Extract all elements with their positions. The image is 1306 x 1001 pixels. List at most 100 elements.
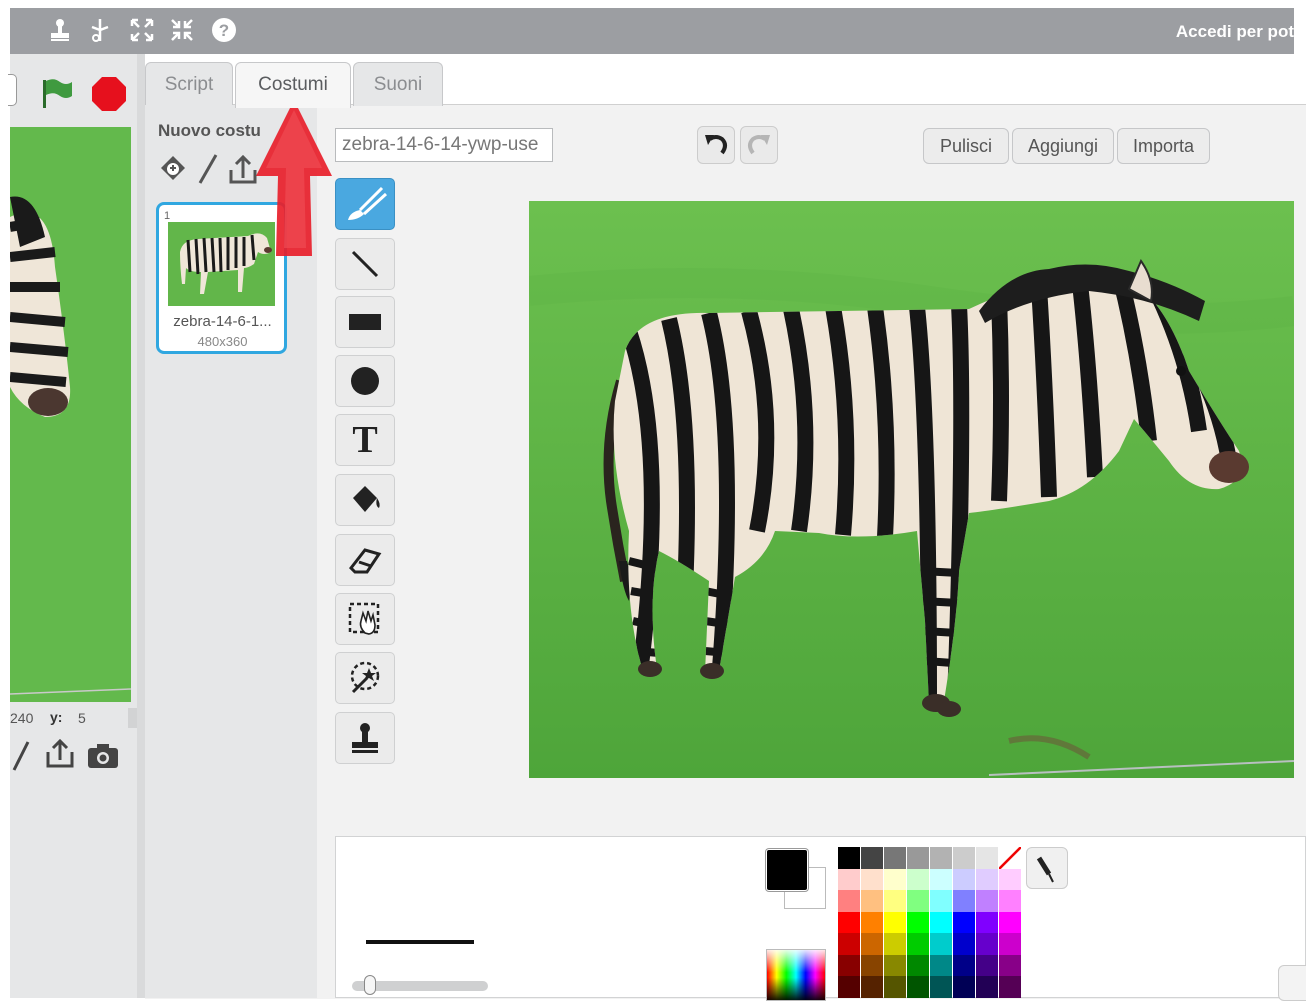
line-icon (351, 250, 379, 278)
zoom-button[interactable] (1278, 965, 1306, 1001)
palette-swatch[interactable] (907, 847, 929, 869)
palette-swatch[interactable] (861, 847, 883, 869)
palette-swatch[interactable] (884, 890, 906, 912)
palette-swatch[interactable] (953, 868, 975, 891)
ellipse-tool[interactable] (335, 355, 395, 407)
palette-swatch[interactable] (884, 847, 906, 869)
palette-swatch[interactable] (976, 890, 998, 912)
clear-button[interactable]: Pulisci (923, 128, 1009, 164)
palette-swatch[interactable] (930, 976, 952, 998)
palette-swatch[interactable] (907, 976, 929, 998)
palette-swatch[interactable] (884, 933, 906, 955)
paint-sprite-icon[interactable] (10, 740, 34, 772)
camera-icon[interactable] (86, 742, 120, 770)
palette-swatch[interactable] (999, 976, 1021, 998)
palette-swatch[interactable] (838, 933, 860, 955)
text-icon: T (352, 419, 378, 461)
primary-color-swatch[interactable] (766, 849, 808, 891)
palette-swatch[interactable] (976, 954, 998, 977)
presentation-mode-button[interactable] (8, 74, 17, 106)
palette-swatch[interactable] (838, 954, 860, 977)
select-tool[interactable] (335, 593, 395, 645)
paint-costume-icon[interactable] (194, 152, 224, 186)
fill-tool[interactable] (335, 474, 395, 526)
choose-costume-library-icon[interactable] (158, 152, 188, 186)
palette-swatch[interactable] (930, 954, 952, 977)
tab-sounds[interactable]: Suoni (353, 62, 443, 106)
palette-swatch[interactable] (884, 911, 906, 934)
palette-swatch[interactable] (838, 847, 860, 869)
palette-swatch[interactable] (838, 890, 860, 912)
palette-swatch[interactable] (999, 933, 1021, 955)
palette-swatch[interactable] (907, 868, 929, 891)
transparent-swatch[interactable] (999, 847, 1021, 869)
import-button[interactable]: Importa (1117, 128, 1210, 164)
palette-swatch[interactable] (999, 911, 1021, 934)
magic-select-tool[interactable] (335, 652, 395, 704)
upload-sprite-icon[interactable] (44, 738, 76, 770)
stamp-tool[interactable] (335, 712, 395, 764)
undo-button[interactable] (697, 126, 735, 164)
tab-costumes[interactable]: Costumi (235, 62, 351, 108)
palette-swatch[interactable] (861, 933, 883, 955)
palette-swatch[interactable] (907, 933, 929, 955)
line-width-slider-knob[interactable] (364, 975, 377, 995)
add-button[interactable]: Aggiungi (1012, 128, 1114, 164)
help-icon[interactable]: ? (210, 16, 238, 44)
eyedropper-button[interactable] (1026, 847, 1068, 889)
palette-swatch[interactable] (930, 933, 952, 955)
palette-swatch[interactable] (861, 976, 883, 998)
palette-swatch[interactable] (930, 868, 952, 891)
costume-size-label: 480x360 (197, 334, 248, 349)
green-flag-icon[interactable] (38, 76, 74, 112)
costume-name-field[interactable] (335, 128, 553, 162)
palette-swatch[interactable] (907, 890, 929, 912)
rectangle-tool[interactable] (335, 296, 395, 348)
shrink-icon[interactable] (168, 16, 196, 44)
palette-swatch[interactable] (953, 954, 975, 977)
palette-swatch[interactable] (976, 847, 998, 869)
brush-tool[interactable] (335, 178, 395, 230)
eraser-tool[interactable] (335, 534, 395, 586)
cut-icon[interactable] (86, 16, 114, 44)
palette-swatch[interactable] (953, 890, 975, 912)
palette-swatch[interactable] (953, 976, 975, 998)
palette-swatch[interactable] (976, 976, 998, 998)
palette-swatch[interactable] (999, 890, 1021, 912)
palette-swatch[interactable] (861, 911, 883, 934)
palette-swatch[interactable] (976, 933, 998, 955)
tab-script[interactable]: Script (145, 62, 233, 106)
redo-button[interactable] (740, 126, 778, 164)
palette-swatch[interactable] (884, 954, 906, 977)
palette-swatch[interactable] (953, 911, 975, 934)
palette-swatch[interactable] (838, 911, 860, 934)
palette-swatch[interactable] (999, 954, 1021, 977)
palette-swatch[interactable] (976, 911, 998, 934)
palette-swatch[interactable] (838, 976, 860, 998)
palette-swatch[interactable] (884, 976, 906, 998)
signin-link[interactable]: Accedi per pot (1176, 22, 1294, 42)
palette-swatch[interactable] (907, 954, 929, 977)
palette-swatch[interactable] (953, 847, 975, 869)
stop-icon[interactable] (90, 75, 128, 113)
palette-swatch[interactable] (976, 868, 998, 891)
color-picker-spectrum[interactable] (766, 949, 826, 1001)
line-tool[interactable] (335, 238, 395, 290)
palette-swatch[interactable] (930, 911, 952, 934)
line-width-preview (366, 940, 474, 944)
text-tool[interactable]: T (335, 414, 395, 466)
undo-icon (705, 135, 727, 155)
paint-canvas[interactable] (529, 201, 1294, 778)
grow-icon[interactable] (128, 16, 156, 44)
stamp-icon[interactable] (46, 16, 74, 44)
palette-swatch[interactable] (999, 868, 1021, 891)
palette-swatch[interactable] (884, 868, 906, 891)
palette-swatch[interactable] (838, 868, 860, 891)
palette-swatch[interactable] (953, 933, 975, 955)
palette-swatch[interactable] (861, 890, 883, 912)
palette-swatch[interactable] (907, 911, 929, 934)
palette-swatch[interactable] (861, 868, 883, 891)
palette-swatch[interactable] (861, 954, 883, 977)
palette-swatch[interactable] (930, 890, 952, 912)
palette-swatch[interactable] (930, 847, 952, 869)
